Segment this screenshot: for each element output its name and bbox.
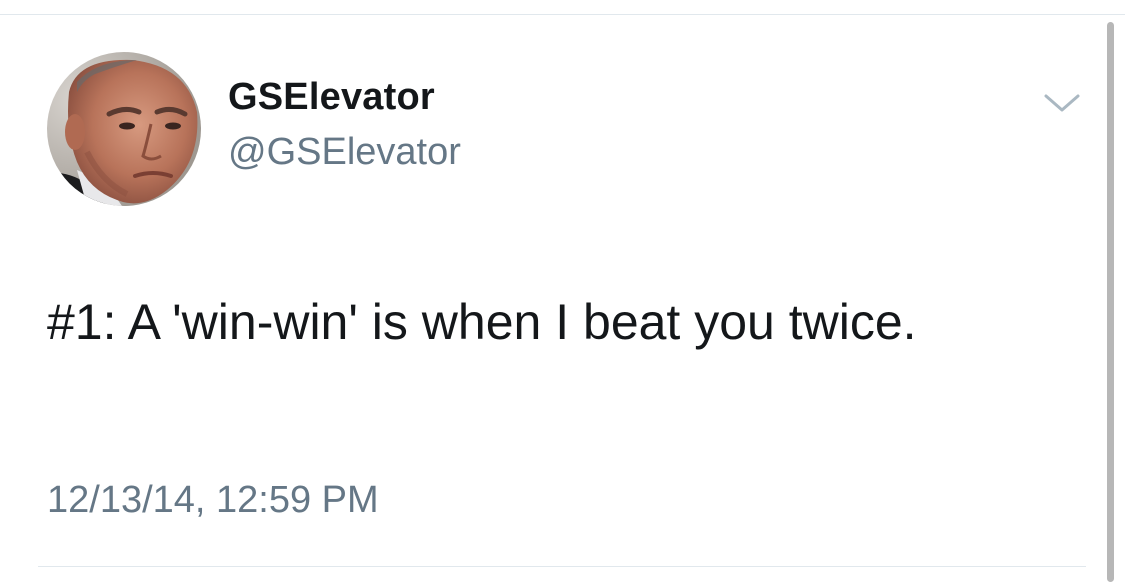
tweet-screen: GSElevator @GSElevator #1: A 'win-win' i…	[0, 0, 1125, 582]
user-handle[interactable]: @GSElevator	[228, 131, 461, 174]
avatar[interactable]	[47, 52, 201, 206]
tweet-menu-button[interactable]	[1040, 90, 1084, 118]
avatar-photo	[47, 52, 201, 206]
tweet-timestamp[interactable]: 12/13/14, 12:59 PM	[47, 479, 379, 522]
bottom-divider	[38, 566, 1086, 567]
top-divider	[0, 14, 1125, 15]
tweet-text: #1: A 'win-win' is when I beat you twice…	[47, 294, 917, 350]
scrollbar[interactable]	[1107, 22, 1114, 582]
display-name[interactable]: GSElevator	[228, 76, 435, 119]
chevron-down-icon	[1044, 94, 1080, 112]
